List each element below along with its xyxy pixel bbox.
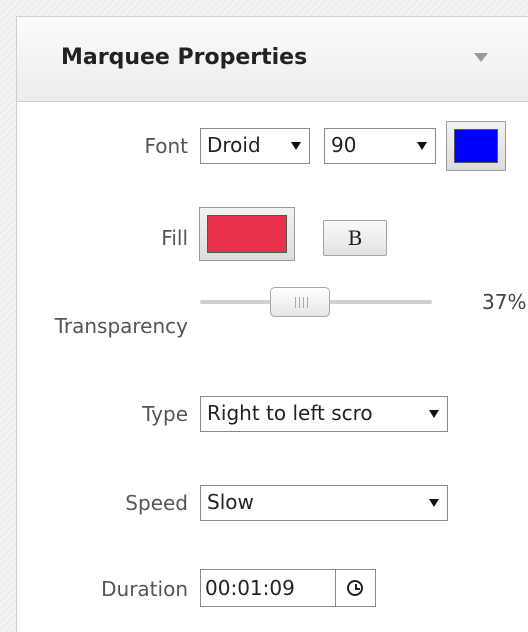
panel-header[interactable]: Marquee Properties [17,17,528,102]
fill-color-swatch [207,215,287,253]
dropdown-arrow-icon [291,142,301,150]
dropdown-arrow-icon [417,142,427,150]
time-picker-button[interactable] [336,569,376,607]
transparency-label: Transparency [54,314,188,338]
type-label: Type [142,402,188,426]
speed-label: Speed [125,491,188,515]
font-family-value: Droid [207,133,261,157]
dropdown-arrow-icon [429,499,439,507]
panel-title: Marquee Properties [61,45,308,70]
duration-input[interactable]: 00:01:09 [200,569,336,607]
fill-label: Fill [161,226,188,250]
font-size-value: 90 [331,133,357,157]
font-label: Font [144,134,188,158]
collapse-arrow-icon[interactable] [474,53,488,62]
fill-color-button[interactable] [199,207,295,261]
duration-label: Duration [101,577,188,601]
font-size-select[interactable]: 90 [324,128,436,164]
font-color-button[interactable] [446,121,506,171]
transparency-value: 37% [482,290,527,314]
type-select[interactable]: Right to left scro [200,396,448,432]
transparency-slider-handle[interactable] [270,287,330,317]
font-family-select[interactable]: Droid [200,128,310,164]
type-value: Right to left scro [207,401,373,425]
speed-select[interactable]: Slow [200,485,448,521]
dropdown-arrow-icon [429,410,439,418]
bold-button[interactable]: B [323,220,387,256]
speed-value: Slow [207,490,254,514]
clock-icon [347,580,363,596]
font-color-swatch [454,129,498,163]
